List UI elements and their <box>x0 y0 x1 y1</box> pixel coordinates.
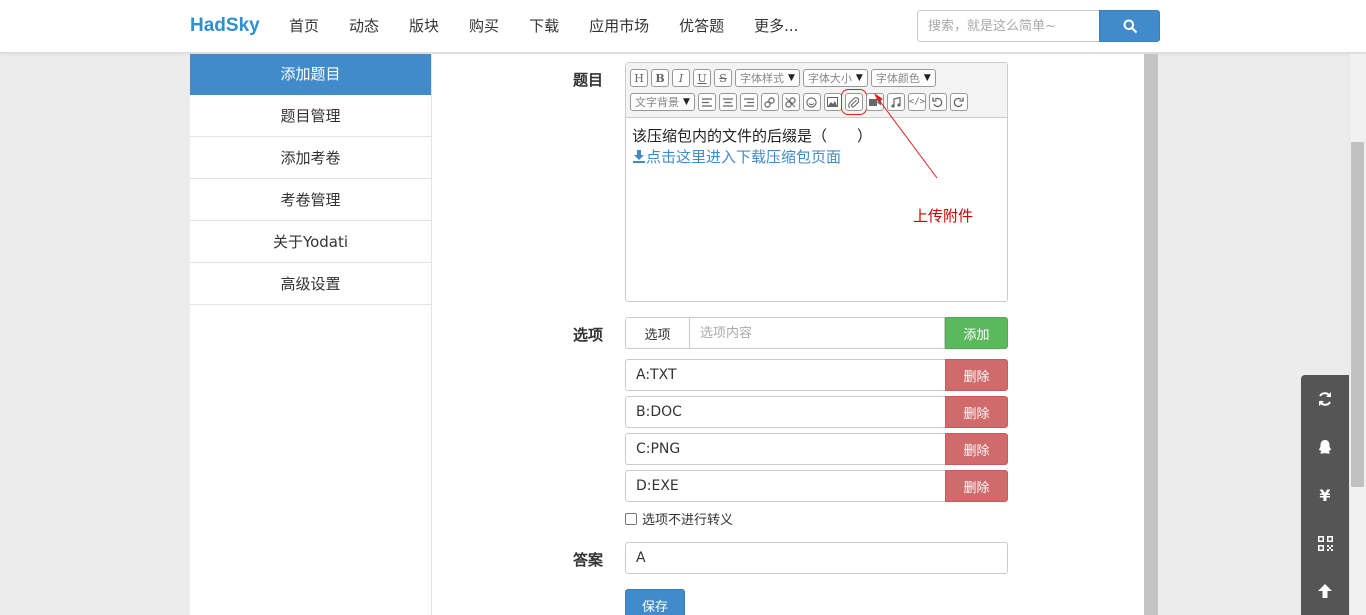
annotation-arrow <box>874 93 938 179</box>
align-center-icon[interactable] <box>718 93 737 111</box>
no-escape-label: 选项不进行转义 <box>642 513 734 528</box>
add-option-button[interactable]: 添加 <box>945 317 1008 349</box>
search-box <box>917 10 1160 42</box>
nav-more[interactable]: 更多... <box>754 0 798 53</box>
option-value: C:PNG <box>625 433 945 465</box>
font-style-select[interactable]: 字体样式 ▼ <box>735 69 800 87</box>
nav-boards[interactable]: 版块 <box>409 0 439 53</box>
font-size-label: 字体大小 <box>807 72 852 85</box>
delete-option-button[interactable]: 删除 <box>945 359 1008 391</box>
nav-home[interactable]: 首页 <box>289 0 319 53</box>
option-value-input[interactable] <box>689 317 945 349</box>
option-value: B:DOC <box>625 396 945 428</box>
delete-option-button[interactable]: 删除 <box>945 433 1008 465</box>
sidebar-item-add-paper[interactable]: 添加考卷 <box>190 137 431 179</box>
nav-quiz[interactable]: 优答题 <box>679 0 724 53</box>
qrcode-icon <box>1317 535 1333 551</box>
brand-logo[interactable]: HadSky <box>190 15 260 37</box>
font-size-select[interactable]: 字体大小 ▼ <box>802 69 868 87</box>
search-input[interactable] <box>917 10 1099 42</box>
search-icon <box>1123 19 1137 33</box>
qq-button[interactable] <box>1301 423 1349 471</box>
delete-option-button[interactable]: 删除 <box>945 396 1008 428</box>
nav-buy[interactable]: 购买 <box>469 0 499 53</box>
delete-option-button[interactable]: 删除 <box>945 470 1008 502</box>
option-value: A:TXT <box>625 359 945 391</box>
options-label: 选项 <box>573 326 604 344</box>
refresh-button[interactable] <box>1301 375 1349 423</box>
nav-download[interactable]: 下载 <box>529 0 559 53</box>
main-nav: 首页 动态 版块 购买 下载 应用市场 优答题 更多... <box>289 0 828 53</box>
nav-activity[interactable]: 动态 <box>349 0 379 53</box>
sidebar-item-add-question[interactable]: 添加题目 <box>190 54 431 95</box>
caret-down-icon: ▼ <box>788 73 795 83</box>
arrow-up-icon <box>1318 584 1332 598</box>
question-label: 题目 <box>573 71 604 89</box>
page-scrollbar-thumb[interactable] <box>1351 142 1364 487</box>
donate-button[interactable]: ¥ <box>1301 471 1349 519</box>
align-left-icon[interactable] <box>697 93 716 111</box>
save-button[interactable]: 保存 <box>625 589 685 615</box>
underline-icon[interactable]: U <box>693 69 711 87</box>
font-style-label: 字体样式 <box>740 72 784 85</box>
rich-text-editor: H B I U S 字体样式 ▼ 字体大小 ▼ 字体颜色 ▼ 文字背景 ▼ </> <box>625 62 1008 302</box>
sidebar-item-about[interactable]: 关于Yodati <box>190 221 431 263</box>
text-background-select[interactable]: 文字背景 ▼ <box>630 93 695 111</box>
text-background-label: 文字背景 <box>635 96 679 109</box>
unlink-icon[interactable] <box>781 93 800 111</box>
nav-app-market[interactable]: 应用市场 <box>589 0 649 53</box>
download-icon <box>633 150 645 163</box>
yen-icon: ¥ <box>1319 485 1331 505</box>
answer-label: 答案 <box>573 551 604 569</box>
sidebar-item-question-manage[interactable]: 题目管理 <box>190 95 431 137</box>
redo-icon[interactable] <box>949 93 968 111</box>
image-icon[interactable] <box>823 93 842 111</box>
italic-icon[interactable]: I <box>672 69 690 87</box>
align-right-icon[interactable] <box>739 93 758 111</box>
annotation-text: 上传附件 <box>913 207 974 225</box>
floating-toolbar: ¥ <box>1301 375 1349 615</box>
option-row-a: A:TXT 删除 <box>625 359 1008 391</box>
option-row-d: D:EXE 删除 <box>625 470 1008 502</box>
option-value: D:EXE <box>625 470 945 502</box>
option-add-row: 添加 <box>625 317 1008 349</box>
no-escape-checkbox-row[interactable]: 选项不进行转义 <box>625 509 733 528</box>
search-button[interactable] <box>1099 10 1160 42</box>
link-icon[interactable] <box>760 93 779 111</box>
sidebar: 添加题目 题目管理 添加考卷 考卷管理 关于Yodati 高级设置 <box>190 54 432 615</box>
answer-input[interactable] <box>625 542 1008 574</box>
no-escape-checkbox[interactable] <box>625 512 637 525</box>
top-navbar: HadSky 首页 动态 版块 购买 下载 应用市场 优答题 更多... <box>0 0 1366 53</box>
emoji-icon[interactable] <box>802 93 821 111</box>
download-link-text: 点击这里进入下载压缩包页面 <box>646 148 842 166</box>
qrcode-button[interactable] <box>1301 519 1349 567</box>
content-scrollbar[interactable] <box>1144 54 1158 615</box>
back-to-top-button[interactable] <box>1301 567 1349 615</box>
strikethrough-icon[interactable]: S <box>714 69 732 87</box>
bold-icon[interactable]: B <box>651 69 669 87</box>
refresh-icon <box>1319 392 1331 406</box>
option-key-input[interactable] <box>625 317 689 349</box>
sidebar-item-advanced[interactable]: 高级设置 <box>190 263 431 305</box>
heading-icon[interactable]: H <box>630 69 648 87</box>
option-row-c: C:PNG 删除 <box>625 433 1008 465</box>
option-row-b: B:DOC 删除 <box>625 396 1008 428</box>
caret-down-icon: ▼ <box>683 97 690 107</box>
qq-icon <box>1319 440 1331 454</box>
sidebar-item-paper-manage[interactable]: 考卷管理 <box>190 179 431 221</box>
